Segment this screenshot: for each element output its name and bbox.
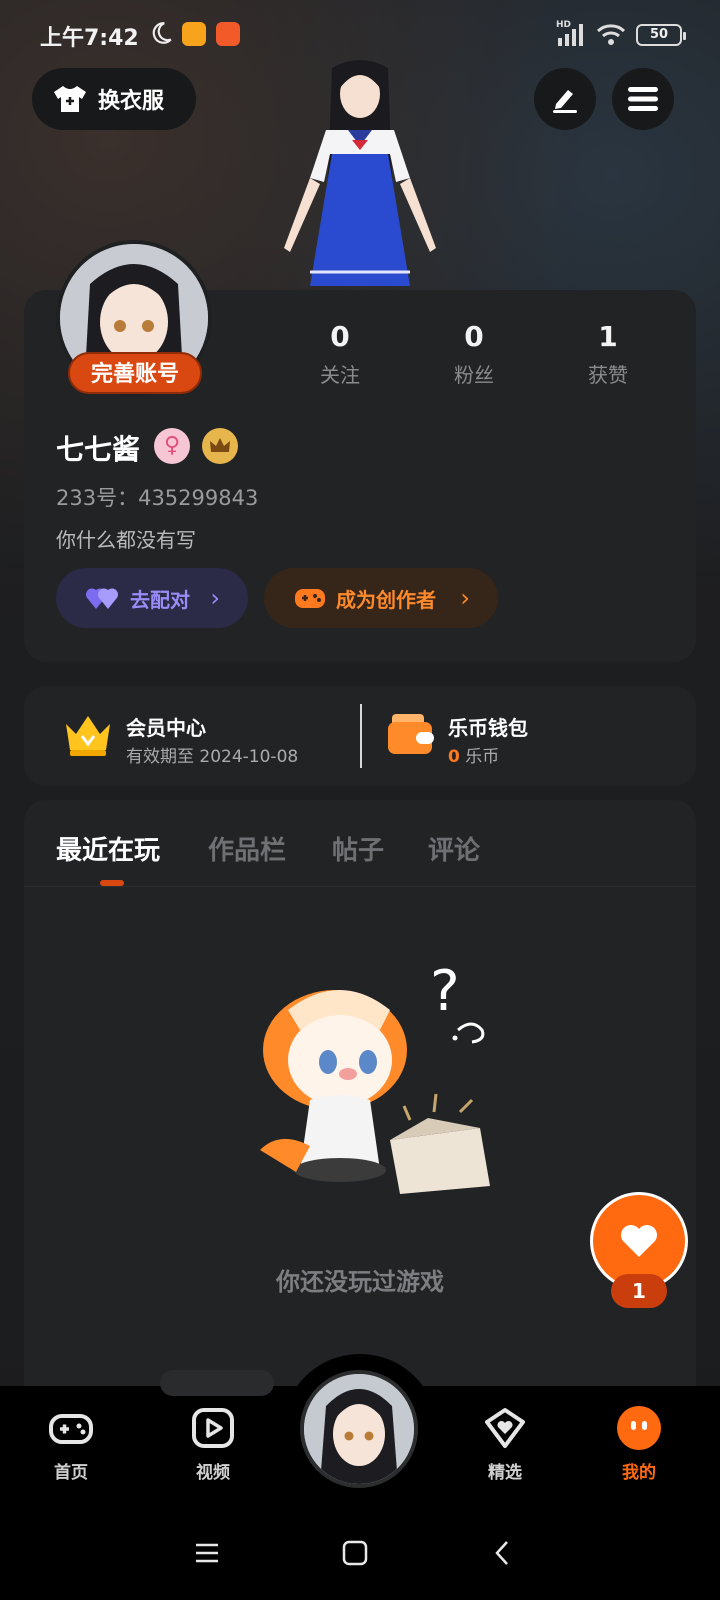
clock: 上午7:42	[40, 26, 139, 51]
moon-icon	[152, 22, 172, 44]
likes-stat[interactable]: 1 获赞	[558, 320, 658, 388]
menu-button[interactable]	[612, 68, 674, 130]
match-label: 去配对	[130, 587, 190, 612]
nav-home[interactable]: 首页	[26, 1404, 116, 1483]
center-avatar-button[interactable]	[300, 1370, 418, 1488]
likes-label: 获赞	[588, 363, 628, 387]
tab-comments[interactable]: 评论	[428, 830, 480, 867]
wallet-amount: 0	[448, 747, 460, 767]
chevron-right-icon: ›	[460, 584, 470, 612]
tooltip-bubble	[160, 1370, 274, 1396]
back-icon[interactable]	[488, 1538, 518, 1568]
vip-center-title: 会员中心	[126, 716, 206, 740]
username: 七七酱	[56, 433, 141, 466]
change-outfit-button[interactable]: 换衣服	[32, 68, 196, 130]
battery-icon: 50	[636, 24, 686, 46]
wifi-icon	[596, 24, 626, 45]
app-notification-icon	[182, 22, 206, 46]
tab-posts[interactable]: 帖子	[332, 830, 384, 867]
tshirt-icon	[54, 86, 86, 112]
empty-state-illustration: ?	[260, 959, 490, 1194]
female-icon: ♀	[154, 428, 190, 464]
menu-icon	[628, 87, 658, 111]
user-id: 233号：435299843	[56, 486, 259, 510]
wallet-title: 乐币钱包	[448, 716, 528, 740]
vip-expiry: 有效期至 2024-10-08	[126, 747, 299, 767]
video-play-icon	[192, 1408, 234, 1448]
avatar-character-image[interactable]	[270, 58, 450, 290]
app-notification-icon	[216, 22, 240, 46]
nav-video[interactable]: 视频	[168, 1404, 258, 1483]
crown-icon	[66, 716, 110, 756]
tab-divider	[24, 886, 696, 887]
become-creator-button[interactable]: 成为创作者 ›	[264, 568, 498, 628]
gamepad-plus-icon	[295, 589, 325, 608]
heart-box-icon	[485, 1408, 525, 1448]
nav-mine[interactable]: 我的	[594, 1404, 684, 1483]
wallet-unit: 乐币	[465, 747, 500, 767]
following-count: 0	[330, 320, 350, 353]
nav-featured[interactable]: 精选	[460, 1404, 550, 1483]
wallet-icon	[388, 714, 434, 754]
followers-count: 0	[464, 320, 484, 353]
edit-icon	[553, 90, 577, 113]
change-outfit-label: 换衣服	[98, 89, 165, 114]
crown-badge-icon[interactable]	[202, 428, 238, 464]
wallet-entry[interactable]: 乐币钱包 0 乐币	[364, 686, 696, 786]
followers-stat[interactable]: 0 粉丝	[424, 320, 524, 388]
likes-count: 1	[598, 320, 618, 353]
tab-works[interactable]: 作品栏	[208, 830, 286, 867]
nav-featured-label: 精选	[488, 1463, 522, 1483]
become-creator-label: 成为创作者	[336, 587, 436, 612]
complete-account-button[interactable]: 完善账号	[68, 352, 202, 394]
svg-text:?: ?	[430, 959, 460, 1024]
chevron-right-icon: ›	[210, 584, 220, 612]
face-icon	[617, 1406, 661, 1450]
signal-icon	[558, 24, 583, 46]
divider	[360, 704, 362, 768]
edit-button[interactable]	[534, 68, 596, 130]
nav-mine-label: 我的	[622, 1463, 656, 1483]
bio: 你什么都没有写	[56, 528, 196, 552]
membership-card: 会员中心 有效期至 2024-10-08 乐币钱包 0 乐币	[24, 686, 696, 786]
following-label: 关注	[320, 363, 360, 387]
recent-apps-icon[interactable]	[192, 1538, 222, 1568]
tab-recent-played[interactable]: 最近在玩	[56, 830, 160, 867]
nav-video-label: 视频	[196, 1463, 230, 1483]
double-heart-icon	[86, 588, 119, 609]
followers-label: 粉丝	[454, 363, 494, 387]
following-stat[interactable]: 0 关注	[290, 320, 390, 388]
like-count-badge: 1	[611, 1274, 667, 1308]
avatar-image	[304, 1374, 414, 1484]
gamepad-icon	[49, 1414, 93, 1444]
vip-center-entry[interactable]: 会员中心 有效期至 2024-10-08	[24, 686, 354, 786]
heart-icon	[621, 1225, 657, 1257]
nav-home-label: 首页	[54, 1463, 88, 1483]
match-button[interactable]: 去配对 ›	[56, 568, 248, 628]
home-icon[interactable]	[340, 1538, 370, 1568]
